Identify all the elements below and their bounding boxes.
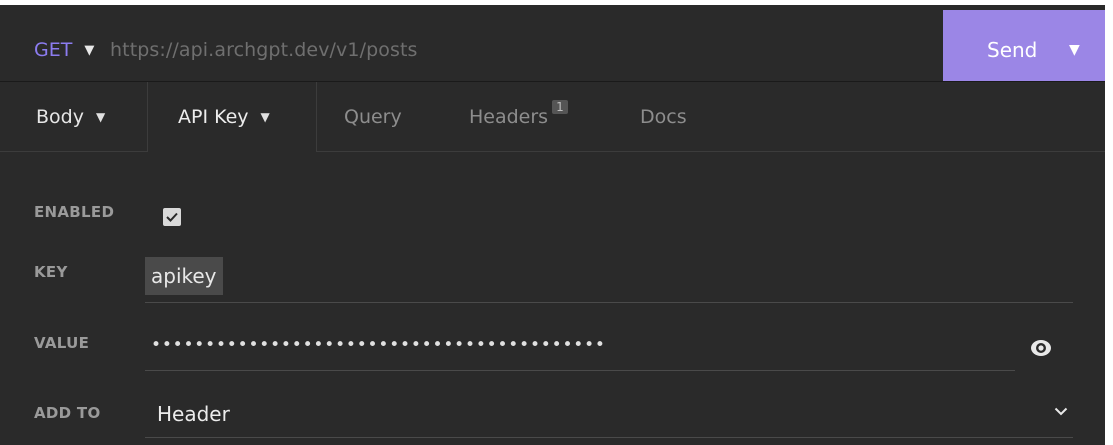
value-password-input[interactable]: ••••••••••••••••••••••••••••••••••••••••… xyxy=(151,335,606,355)
send-label: Send xyxy=(987,38,1038,62)
value-divider xyxy=(145,370,1015,371)
enabled-checkbox[interactable] xyxy=(163,208,181,226)
enabled-label: ENABLED xyxy=(34,203,115,221)
tab-api-key[interactable]: API Key ▼ xyxy=(148,82,317,152)
tab-body-label: Body xyxy=(36,105,84,128)
key-divider xyxy=(145,302,1073,303)
add-to-select[interactable]: Header xyxy=(157,402,230,426)
api-client-panel: GET ▼ https://api.archgpt.dev/v1/posts S… xyxy=(0,5,1105,445)
method-label: GET xyxy=(34,39,73,61)
method-dropdown[interactable]: GET ▼ xyxy=(34,39,94,61)
chevron-down-icon[interactable] xyxy=(1054,407,1068,416)
caret-down-icon: ▼ xyxy=(260,110,270,124)
tab-docs-label: Docs xyxy=(640,105,687,128)
tab-api-key-label: API Key xyxy=(178,106,249,128)
add-to-divider xyxy=(145,437,1073,438)
eye-icon[interactable] xyxy=(1030,339,1052,357)
tab-query[interactable]: Query xyxy=(344,82,402,151)
request-tabs: Body ▼ API Key ▼ Query Headers 1 Docs xyxy=(0,82,1105,152)
value-label: VALUE xyxy=(34,334,90,352)
key-label: KEY xyxy=(34,263,68,281)
tab-query-label: Query xyxy=(344,105,402,128)
tab-body[interactable]: Body ▼ xyxy=(0,82,148,151)
key-input[interactable]: apikey xyxy=(145,257,223,295)
url-input[interactable]: https://api.archgpt.dev/v1/posts xyxy=(110,39,418,61)
check-icon xyxy=(166,212,178,222)
caret-down-icon[interactable]: ▼ xyxy=(1069,42,1080,58)
tab-headers[interactable]: Headers 1 xyxy=(469,82,568,151)
tab-docs[interactable]: Docs xyxy=(640,82,687,151)
caret-down-icon: ▼ xyxy=(84,42,95,58)
caret-down-icon: ▼ xyxy=(95,109,106,124)
tab-headers-label: Headers xyxy=(469,105,549,128)
add-to-label: ADD TO xyxy=(34,404,101,422)
headers-count-badge: 1 xyxy=(552,99,568,114)
send-button[interactable]: Send ▼ xyxy=(943,10,1105,81)
url-bar: GET ▼ https://api.archgpt.dev/v1/posts S… xyxy=(0,5,1105,82)
